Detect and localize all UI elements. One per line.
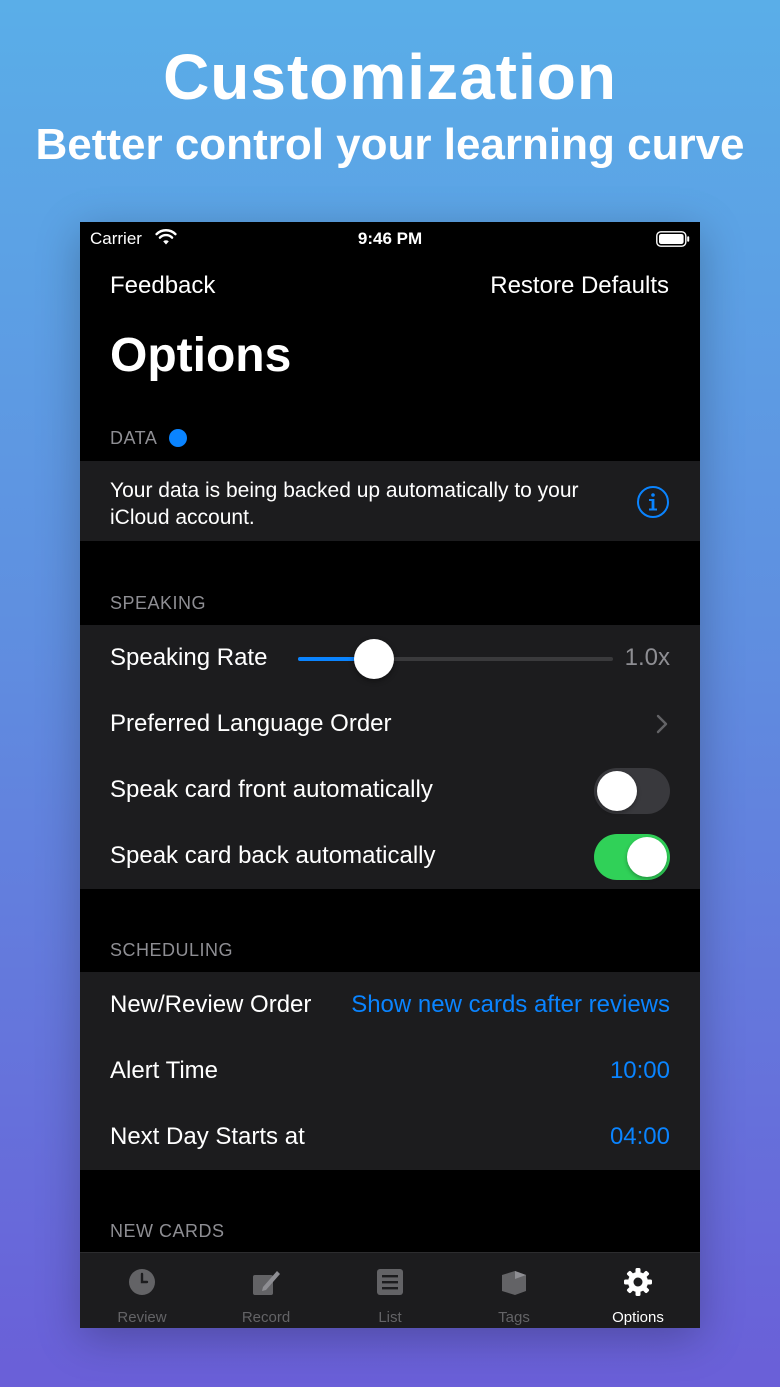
status-bar: Carrier 9:46 PM — [80, 222, 700, 256]
data-group: Your data is being backed up automatical… — [80, 461, 700, 541]
tab-record-label: Record — [241, 1309, 291, 1326]
section-header-data: DATA — [110, 428, 188, 449]
speaking-rate-slider[interactable] — [298, 639, 613, 679]
tab-review-label: Review — [117, 1309, 167, 1326]
sync-status-dot — [169, 429, 188, 447]
pencil-icon — [253, 1271, 280, 1295]
new-review-order-row[interactable]: New/Review Order Show new cards after re… — [80, 972, 700, 1038]
speak-back-row: Speak card back automatically — [80, 823, 700, 889]
section-header-speaking: SPEAKING — [110, 593, 207, 613]
new-review-order-label: New/Review Order — [110, 991, 312, 1018]
scheduling-group: New/Review Order Show new cards after re… — [80, 972, 700, 1170]
speaking-rate-row: Speaking Rate 1.0x — [80, 625, 700, 691]
toggle-knob — [627, 837, 667, 877]
tab-options[interactable]: Options — [576, 1253, 700, 1328]
info-icon[interactable] — [636, 485, 670, 519]
speak-back-toggle[interactable] — [594, 834, 670, 880]
backup-info-text: Your data is being backed up automatical… — [110, 479, 579, 529]
section-header-new-cards: NEW CARDS — [110, 1221, 225, 1241]
section-header-scheduling: SCHEDULING — [110, 940, 234, 960]
promo-title: Customization — [163, 41, 617, 113]
alert-time-row[interactable]: Alert Time 10:00 — [80, 1038, 700, 1104]
next-day-starts-row[interactable]: Next Day Starts at 04:00 — [80, 1104, 700, 1170]
restore-defaults-button[interactable]: Restore Defaults — [490, 272, 669, 300]
battery-icon — [656, 231, 690, 247]
tab-review[interactable]: Review — [80, 1253, 204, 1328]
chevron-right-icon — [656, 714, 668, 734]
preferred-language-order-row[interactable]: Preferred Language Order — [80, 691, 700, 757]
tab-list-label: List — [378, 1309, 402, 1326]
clock-icon — [129, 1269, 155, 1295]
speaking-rate-label: Speaking Rate — [110, 644, 268, 671]
toggle-knob — [597, 771, 637, 811]
phone-screen: Carrier 9:46 PM Feedback Restore Default… — [80, 222, 700, 1328]
next-day-starts-label: Next Day Starts at — [110, 1123, 305, 1150]
tab-tags[interactable]: Tags — [452, 1253, 576, 1328]
tag-icon — [502, 1271, 526, 1295]
slider-thumb[interactable] — [353, 639, 394, 679]
tab-options-label: Options — [612, 1309, 664, 1326]
feedback-button[interactable]: Feedback — [110, 272, 215, 300]
gear-icon — [624, 1268, 652, 1296]
preferred-language-order-label: Preferred Language Order — [110, 710, 392, 737]
speaking-group: Speaking Rate 1.0x Preferred Language Or… — [80, 625, 700, 889]
alert-time-label: Alert Time — [110, 1057, 219, 1084]
status-time: 9:46 PM — [357, 229, 423, 248]
next-day-starts-value[interactable]: 04:00 — [610, 1123, 670, 1151]
promo-subtitle: Better control your learning curve — [35, 120, 745, 169]
page-title: Options — [110, 329, 292, 382]
speak-back-label: Speak card back automatically — [110, 842, 436, 869]
tab-bar: Review Record List Tags Options — [80, 1252, 700, 1328]
speak-front-label: Speak card front automatically — [110, 776, 433, 803]
speak-front-row: Speak card front automatically — [80, 757, 700, 823]
alert-time-value[interactable]: 10:00 — [610, 1057, 670, 1085]
speak-front-toggle[interactable] — [594, 768, 670, 814]
tab-tags-label: Tags — [498, 1309, 530, 1326]
tab-list[interactable]: List — [328, 1253, 452, 1328]
new-review-order-value[interactable]: Show new cards after reviews — [351, 991, 670, 1019]
list-icon — [377, 1269, 403, 1295]
section-header-data-label: DATA — [110, 428, 158, 448]
tab-record[interactable]: Record — [204, 1253, 328, 1328]
speaking-rate-value: 1.0x — [624, 644, 670, 671]
